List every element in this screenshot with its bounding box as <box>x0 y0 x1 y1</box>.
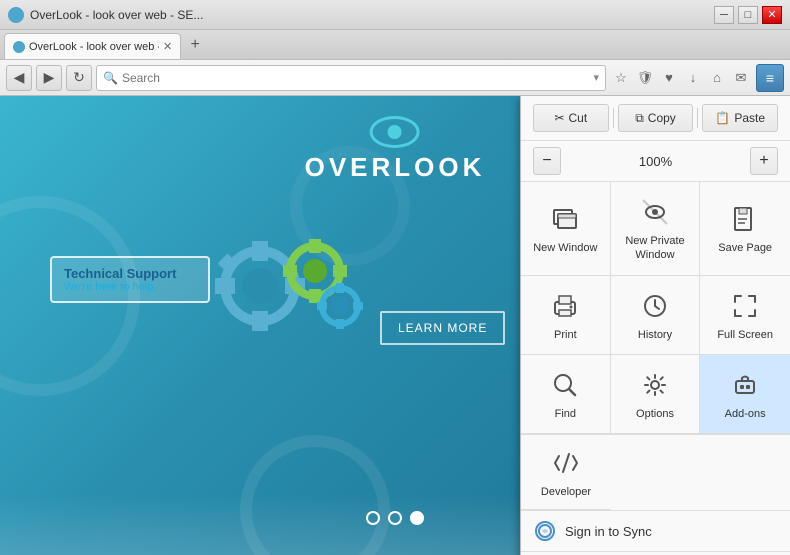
menu-item-find[interactable]: Find <box>521 355 611 434</box>
copy-button[interactable]: ⧉ Copy <box>618 104 694 132</box>
print-icon <box>547 288 583 324</box>
tech-support-sub: We're here to help. <box>64 281 196 293</box>
shield-icon[interactable]: 🛡 <box>634 67 656 89</box>
menu-item-developer[interactable]: Developer <box>521 435 611 510</box>
menu-item-history[interactable]: History <box>611 276 701 355</box>
window-controls: ─ □ ✕ <box>714 6 782 24</box>
history-icon <box>637 288 673 324</box>
clipboard-row: ✂ Cut ⧉ Copy 📋 Paste <box>521 96 790 141</box>
new-private-window-label: New PrivateWindow <box>625 234 684 263</box>
new-window-label: New Window <box>533 241 597 255</box>
logo-text: OVERLOOK <box>305 152 486 183</box>
back-button[interactable]: ◀ <box>6 65 32 91</box>
developer-label: Developer <box>541 485 591 499</box>
separator-1 <box>613 108 614 128</box>
developer-icon <box>548 445 584 481</box>
menu-item-new-private-window[interactable]: New PrivateWindow <box>611 182 701 276</box>
search-input[interactable] <box>122 71 590 85</box>
zoom-out-button[interactable]: − <box>533 147 561 175</box>
tab-label: OverLook - look over web - SE... <box>29 41 159 53</box>
sync-label: Sign in to Sync <box>565 524 652 539</box>
logo-pupil <box>388 125 402 139</box>
addons-icon <box>727 367 763 403</box>
find-label: Find <box>555 407 576 421</box>
menu-item-addons[interactable]: Add-ons <box>700 355 790 434</box>
history-label: History <box>638 328 672 342</box>
overlook-logo: OVERLOOK <box>305 116 486 183</box>
new-window-icon <box>547 201 583 237</box>
tech-support-title: Technical Support <box>64 266 196 281</box>
tab-bar: OverLook - look over web - SE... ✕ + <box>0 30 790 60</box>
title-bar: OverLook - look over web - SE... ─ □ ✕ <box>0 0 790 30</box>
maximize-button[interactable]: □ <box>738 6 758 24</box>
zoom-in-button[interactable]: + <box>750 147 778 175</box>
zoom-row: − 100% + <box>521 141 790 182</box>
sign-in-to-sync[interactable]: Sign in to Sync <box>521 511 790 552</box>
main-content: OVERLOOK Full S 24 ho Technical Support … <box>0 96 790 555</box>
options-icon <box>637 367 673 403</box>
cut-button[interactable]: ✂ Cut <box>533 104 609 132</box>
print-label: Print <box>554 328 577 342</box>
url-dropdown-icon: ▾ <box>593 71 599 84</box>
menu-item-print[interactable]: Print <box>521 276 611 355</box>
tech-support-box: Technical Support We're here to help. <box>50 256 210 303</box>
copy-icon: ⧉ <box>635 111 644 126</box>
options-label: Options <box>636 407 674 421</box>
zoom-value: 100% <box>569 154 742 169</box>
chat-icon[interactable]: ✉ <box>730 67 752 89</box>
home-icon[interactable]: ⌂ <box>706 67 728 89</box>
full-screen-label: Full Screen <box>717 328 773 342</box>
addons-label: Add-ons <box>725 407 766 421</box>
gears-graphic <box>200 226 400 349</box>
menu-item-options[interactable]: Options <box>611 355 701 434</box>
url-bar[interactable]: 🔍 ▾ <box>96 65 606 91</box>
tab-overlook[interactable]: OverLook - look over web - SE... ✕ <box>4 33 181 59</box>
nav-bar: ◀ ▶ ↻ 🔍 ▾ ☆ 🛡 ♥ ↓ ⌂ ✉ ≡ <box>0 60 790 96</box>
save-page-label: Save Page <box>718 241 772 255</box>
separator-2 <box>697 108 698 128</box>
firefox-menu: ✂ Cut ⧉ Copy 📋 Paste − 100% + <box>520 96 790 555</box>
tab-close-button[interactable]: ✕ <box>163 40 172 53</box>
heart-icon[interactable]: ♥ <box>658 67 680 89</box>
window-title: OverLook - look over web - SE... <box>30 8 714 22</box>
forward-button[interactable]: ▶ <box>36 65 62 91</box>
nav-action-icons: ☆ 🛡 ♥ ↓ ⌂ ✉ <box>610 67 752 89</box>
logo-eye <box>370 116 420 148</box>
menu-grid: New Window New PrivateWindow Save Page <box>521 182 790 435</box>
minimize-button[interactable]: ─ <box>714 6 734 24</box>
private-window-icon <box>637 194 673 230</box>
search-icon: 🔍 <box>103 71 118 85</box>
hamburger-menu-button[interactable]: ≡ <box>756 64 784 92</box>
favicon <box>8 7 24 23</box>
download-icon[interactable]: ↓ <box>682 67 704 89</box>
developer-row: Developer <box>521 435 790 511</box>
menu-item-save-page[interactable]: Save Page <box>700 182 790 276</box>
cut-icon: ✂ <box>554 111 564 125</box>
menu-item-full-screen[interactable]: Full Screen <box>700 276 790 355</box>
full-screen-icon <box>727 288 763 324</box>
bookmark-icon[interactable]: ☆ <box>610 67 632 89</box>
close-button[interactable]: ✕ <box>762 6 782 24</box>
paste-button[interactable]: 📋 Paste <box>702 104 778 132</box>
paste-icon: 📋 <box>715 111 730 125</box>
sync-icon <box>535 521 555 541</box>
tab-favicon <box>13 41 25 53</box>
learn-more-button[interactable]: LEARN MORE <box>380 311 505 345</box>
new-tab-button[interactable]: + <box>183 33 207 57</box>
reload-button[interactable]: ↻ <box>66 65 92 91</box>
save-page-icon <box>727 201 763 237</box>
menu-item-new-window[interactable]: New Window <box>521 182 611 276</box>
find-icon <box>547 367 583 403</box>
